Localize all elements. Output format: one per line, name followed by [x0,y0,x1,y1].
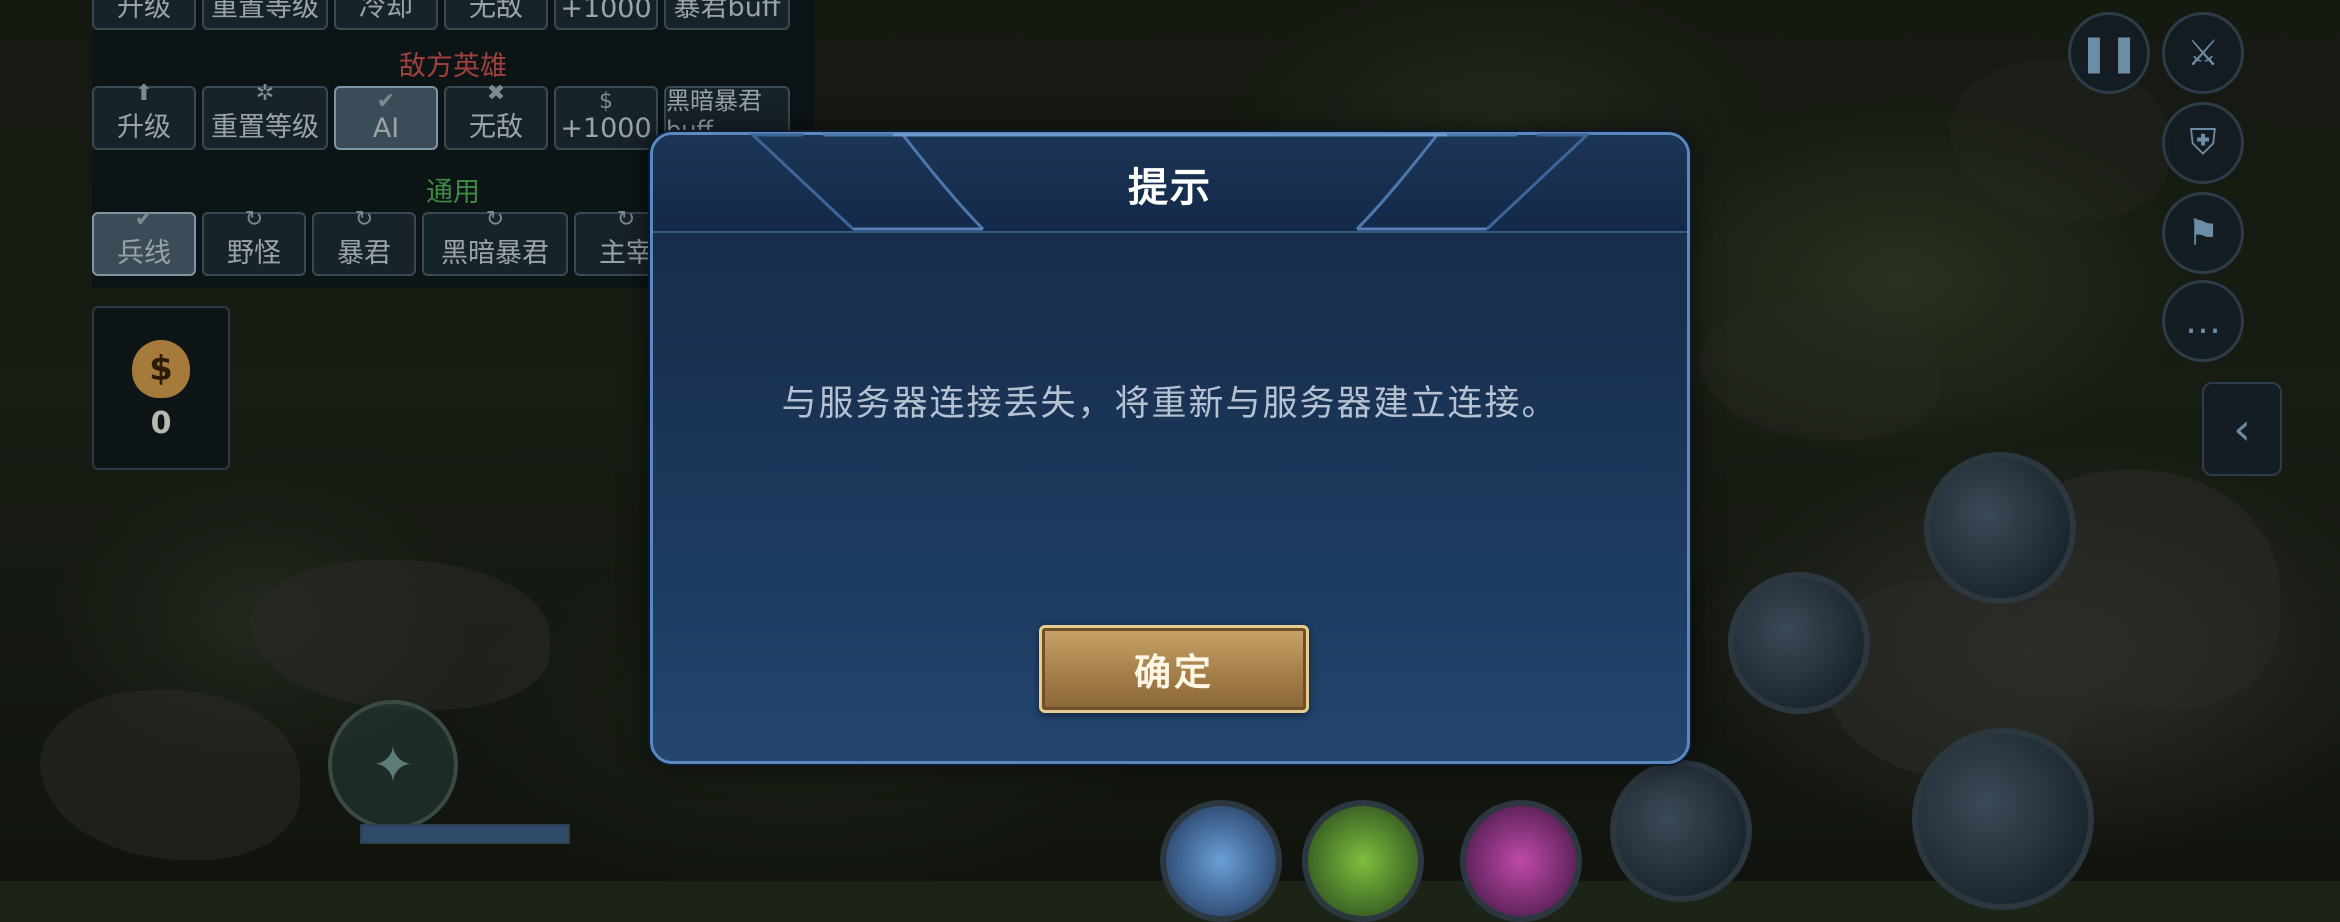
refresh-icon: ↻ [244,207,264,232]
reset-level-button[interactable]: 重置等级 [202,0,328,30]
skill-3-button[interactable] [1924,452,2076,604]
flag-icon: ⚑ [2186,212,2220,254]
pause-icon: ❚❚ [2078,32,2140,74]
recover-button[interactable] [1460,800,1582,922]
chevron-left-icon: ‹ [2233,403,2251,455]
dialog-header: 提示 [653,133,1687,233]
confirm-label: 确定 [1134,651,1214,694]
enemy-reset-level-button[interactable]: ✲ 重置等级 [202,81,328,150]
summoner-spell-button[interactable] [1160,800,1282,922]
defense-button[interactable]: ⛨ [2162,102,2244,184]
gear-icon: ✲ [255,81,275,106]
recall-button[interactable] [1302,800,1424,922]
own-hero-row: 升级 重置等级 冷却 无敌 +1000 暴君buff [92,0,814,30]
collapse-panel-button[interactable]: ‹ [2202,382,2282,476]
enemy-invincible-button[interactable]: ✖ 无敌 [444,81,548,150]
enemy-hero-section-title: 敌方英雄 [399,51,507,82]
sword-icon: ⚔ [2186,32,2220,74]
signal-button[interactable]: ⚑ [2162,192,2244,274]
basic-attack-button[interactable] [1912,728,2094,910]
refresh-icon: ↻ [485,207,505,232]
tyrant-buff-button[interactable]: 暴君buff [664,0,790,30]
refresh-icon: ↻ [354,207,374,232]
skill-2-button[interactable] [1728,572,1870,714]
minion-wave-button[interactable]: ✔ 兵线 [92,207,196,276]
tyrant-button[interactable]: ↻ 暴君 [312,207,416,276]
dialog-message: 与服务器连接丢失，将重新与服务器建立连接。 [781,384,1559,424]
money-bag-icon: $ [132,340,190,398]
attack-mode-button[interactable]: ⚔ [2162,12,2244,94]
coin-icon: $ [599,89,613,114]
refresh-icon: ↻ [616,207,636,232]
enemy-add-gold-button[interactable]: $ +1000 [554,86,658,150]
arrow-up-icon: ⬆ [134,81,154,106]
enemy-level-up-button[interactable]: ⬆ 升级 [92,81,196,150]
dark-tyrant-button[interactable]: ↻ 黑暗暴君 [422,207,568,276]
add-gold-button[interactable]: +1000 [554,0,658,30]
enemy-ai-button[interactable]: ✔ AI [334,86,438,150]
gold-counter: $ 0 [92,306,230,470]
level-up-button[interactable]: 升级 [92,0,196,30]
gold-amount: 0 [150,406,172,441]
chat-button[interactable]: … [2162,280,2244,362]
chat-icon: … [2185,300,2221,342]
connection-lost-dialog: 提示 与服务器连接丢失，将重新与服务器建立连接。 确定 [650,132,1690,764]
dialog-title: 提示 [1128,165,1212,211]
pause-button[interactable]: ❚❚ [2068,12,2150,94]
compass-icon: ✦ [372,736,414,794]
check-icon: ✔ [376,89,396,114]
invincible-button[interactable]: 无敌 [444,0,548,30]
confirm-button[interactable]: 确定 [1039,625,1309,713]
cooldown-button[interactable]: 冷却 [334,0,438,30]
health-bar [360,824,570,844]
check-icon: ✔ [134,207,154,232]
movement-joystick[interactable]: ✦ [328,700,458,830]
shield-icon: ⛨ [2189,122,2217,163]
cross-icon: ✖ [486,81,506,106]
jungle-monster-button[interactable]: ↻ 野怪 [202,207,306,276]
